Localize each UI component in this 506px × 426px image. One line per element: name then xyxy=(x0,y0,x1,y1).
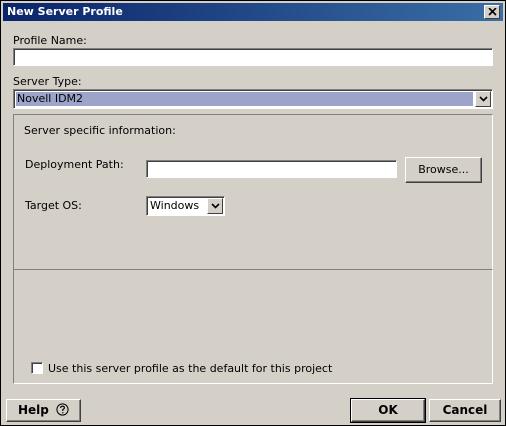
server-info-heading: Server specific information: xyxy=(24,124,176,137)
cancel-button[interactable]: Cancel xyxy=(429,399,501,422)
target-os-dropdown[interactable]: Windows xyxy=(146,196,225,216)
close-icon xyxy=(488,8,497,16)
help-button[interactable]: Help xyxy=(6,399,81,422)
title-bar[interactable]: New Server Profile xyxy=(3,3,503,21)
target-os-value: Windows xyxy=(150,199,200,212)
target-os-dropdown-button[interactable] xyxy=(207,198,223,214)
default-profile-checkbox-label[interactable]: Use this server profile as the default f… xyxy=(48,362,332,375)
target-os-label: Target OS: xyxy=(25,199,82,212)
server-info-panel: Server specific information: Deployment … xyxy=(13,114,493,270)
server-type-dropdown[interactable]: Novell IDM2 xyxy=(13,89,493,109)
deployment-path-input[interactable] xyxy=(146,160,397,178)
chevron-down-icon xyxy=(479,96,488,102)
server-type-dropdown-button[interactable] xyxy=(475,91,491,107)
browse-button-label: Browse... xyxy=(418,163,469,176)
help-button-label: Help xyxy=(17,403,49,417)
chevron-down-icon xyxy=(211,203,220,209)
close-button[interactable] xyxy=(484,5,500,19)
browse-button[interactable]: Browse... xyxy=(405,157,482,183)
profile-name-input[interactable] xyxy=(13,48,493,66)
server-type-label: Server Type: xyxy=(13,75,82,88)
new-server-profile-dialog: New Server Profile Profile Name: Server … xyxy=(0,0,506,426)
window-title: New Server Profile xyxy=(7,5,123,18)
question-circle-icon xyxy=(56,403,69,416)
profile-name-label: Profile Name: xyxy=(13,34,87,47)
cancel-button-label: Cancel xyxy=(442,403,488,417)
deployment-path-label: Deployment Path: xyxy=(25,158,124,171)
ok-button[interactable]: OK xyxy=(350,398,426,423)
ok-button-label: OK xyxy=(378,403,398,417)
server-type-value: Novell IDM2 xyxy=(16,92,473,106)
default-profile-checkbox[interactable] xyxy=(31,362,43,374)
options-panel: Use this server profile as the default f… xyxy=(13,269,493,384)
